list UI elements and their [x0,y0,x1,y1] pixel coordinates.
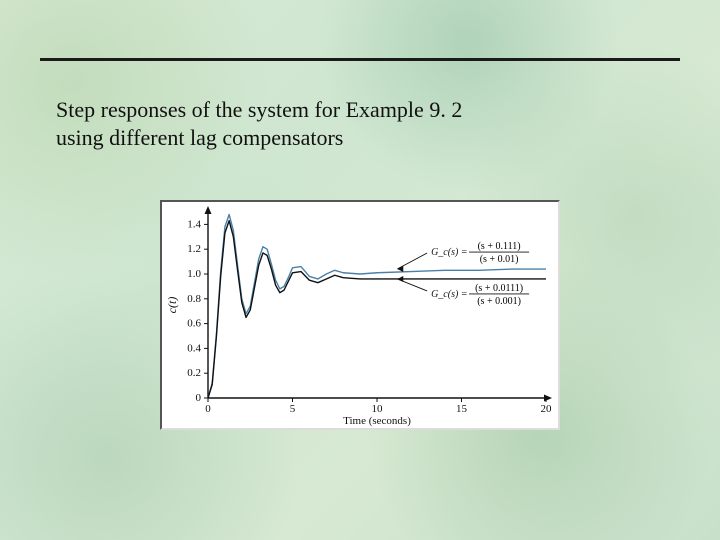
svg-text:Time (seconds): Time (seconds) [343,415,411,427]
svg-text:0: 0 [205,403,211,415]
svg-text:1.0: 1.0 [187,268,201,280]
title-line-2: using different lag compensators [56,125,343,150]
slide-title: Step responses of the system for Example… [56,96,462,151]
svg-text:0.8: 0.8 [187,293,201,305]
svg-text:c(t): c(t) [165,297,179,314]
svg-text:0: 0 [196,392,202,404]
svg-text:G_c(s) =: G_c(s) = [431,247,467,258]
svg-text:20: 20 [541,403,553,415]
title-line-1: Step responses of the system for Example… [56,97,462,122]
svg-text:(s + 0.01): (s + 0.01) [480,254,519,265]
svg-text:0.2: 0.2 [187,367,201,379]
svg-text:5: 5 [290,403,296,415]
svg-text:10: 10 [372,403,384,415]
svg-text:(s + 0.0111): (s + 0.0111) [475,283,523,294]
svg-text:(s + 0.001): (s + 0.001) [477,296,521,307]
svg-text:1.4: 1.4 [187,218,201,230]
svg-text:1.2: 1.2 [187,243,201,255]
svg-text:0.4: 0.4 [187,342,201,354]
svg-text:(s + 0.111): (s + 0.111) [478,241,521,252]
svg-text:15: 15 [456,403,468,415]
step-response-chart: 0 0.2 0.4 0.6 0.8 1.0 1.2 1.4 0 5 10 15 20 Time (seco… [160,200,560,430]
svg-text:G_c(s) =: G_c(s) = [431,289,467,300]
svg-text:0.6: 0.6 [187,318,201,330]
horizontal-rule [40,58,680,61]
chart-svg: 0 0.2 0.4 0.6 0.8 1.0 1.2 1.4 0 5 10 15 20 Time (seco… [162,202,558,428]
